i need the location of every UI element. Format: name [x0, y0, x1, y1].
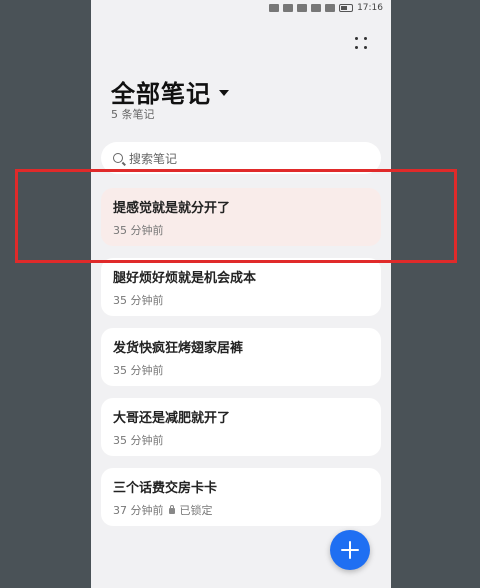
add-note-button[interactable] — [330, 530, 370, 570]
note-time: 35 分钟前 — [113, 364, 164, 377]
eye-icon — [311, 4, 322, 12]
nfc-icon — [297, 4, 308, 12]
notes-filter-dropdown[interactable]: 全部笔记 — [111, 74, 229, 109]
search-placeholder: 搜索笔记 — [129, 151, 178, 166]
note-item[interactable]: 腿好烦好烦就是机会成本 35 分钟前 — [101, 258, 381, 316]
highlight-annotation-box — [15, 169, 457, 263]
note-item[interactable]: 三个话费交房卡卡 37 分钟前 已锁定 — [101, 468, 381, 526]
phone-screen: 17:16 全部笔记 5 条笔记 搜索笔记 提感觉就是就分开了 35 分钟前 腿… — [91, 0, 391, 588]
status-time: 17:16 — [357, 3, 383, 13]
wifi-icon — [283, 4, 294, 12]
plus-icon — [341, 541, 359, 559]
locked-label: 已锁定 — [179, 504, 213, 517]
lock-icon — [168, 505, 175, 514]
note-title: 腿好烦好烦就是机会成本 — [113, 271, 257, 286]
note-time: 37 分钟前 — [113, 504, 164, 517]
search-icon — [113, 153, 123, 163]
battery-icon — [339, 4, 354, 12]
status-bar: 17:16 — [91, 0, 383, 16]
mute-icon — [325, 4, 336, 12]
note-time: 35 分钟前 — [113, 294, 164, 307]
note-item[interactable]: 发货快疯狂烤翅家居裤 35 分钟前 — [101, 328, 381, 386]
more-options-icon[interactable] — [355, 37, 369, 51]
dropdown-caret-icon — [219, 89, 229, 96]
signal-icon — [269, 4, 280, 12]
note-title: 三个话费交房卡卡 — [113, 481, 218, 496]
note-title: 大哥还是减肥就开了 — [113, 411, 231, 426]
note-title: 发货快疯狂烤翅家居裤 — [113, 341, 244, 356]
notes-count: 5 条笔记 — [111, 108, 155, 121]
note-item[interactable]: 大哥还是减肥就开了 35 分钟前 — [101, 398, 381, 456]
page-title: 全部笔记 — [111, 80, 211, 108]
note-time: 35 分钟前 — [113, 434, 164, 447]
